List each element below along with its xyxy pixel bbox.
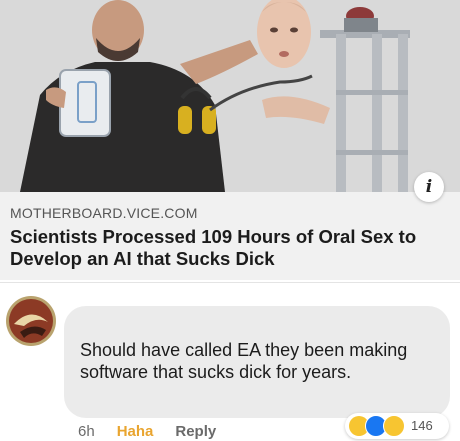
reply-button[interactable]: Reply [175, 423, 216, 441]
divider [0, 282, 460, 283]
wow-reaction-icon [383, 415, 405, 437]
link-preview-card[interactable]: i MOTHERBOARD.VICE.COM Scientists Proces… [0, 0, 460, 280]
comment-timestamp[interactable]: 6h [78, 423, 95, 441]
reaction-count: 146 [411, 418, 433, 433]
info-icon[interactable]: i [414, 172, 444, 202]
link-preview-image[interactable] [0, 0, 460, 192]
link-headline[interactable]: Scientists Processed 109 Hours of Oral S… [10, 226, 455, 270]
link-domain: MOTHERBOARD.VICE.COM [10, 205, 198, 221]
reaction-summary[interactable]: 146 [345, 413, 449, 439]
comment-text: Should have called EA they been making s… [80, 340, 408, 382]
avatar-image [6, 296, 56, 346]
haha-reaction-button[interactable]: Haha [117, 423, 154, 441]
preview-photo [0, 0, 460, 192]
comment-actions: 6h Haha Reply [78, 423, 216, 441]
avatar[interactable] [6, 296, 56, 346]
